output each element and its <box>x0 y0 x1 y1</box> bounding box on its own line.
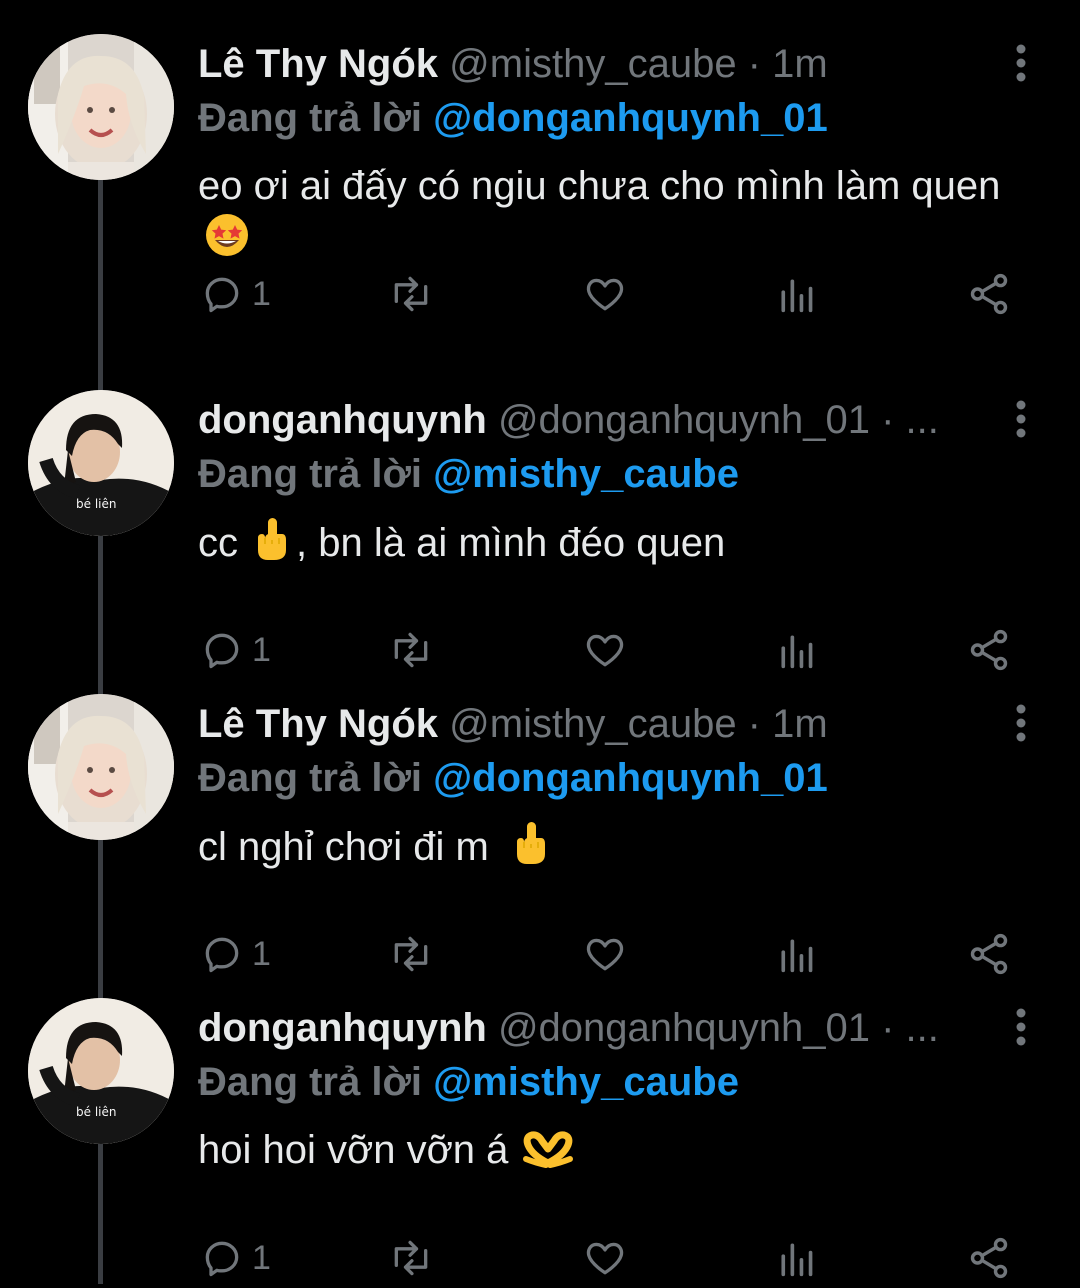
heart-icon <box>586 1242 624 1275</box>
replying-prefix: Đang trả lời <box>198 96 423 140</box>
replying-to: Đang trả lời @misthy_caube <box>198 448 739 500</box>
retweet-button[interactable] <box>386 1228 436 1288</box>
tweet-actions: 1 <box>0 1228 1080 1288</box>
retweet-button[interactable] <box>386 264 436 324</box>
reply-button[interactable]: 1 <box>200 1228 271 1288</box>
more-vertical-icon[interactable] <box>1000 42 1042 84</box>
reply-count: 1 <box>252 274 271 313</box>
like-button[interactable] <box>582 1228 628 1288</box>
replying-to-handle[interactable]: @donganhquynh_01 <box>433 96 828 140</box>
avatar[interactable] <box>28 694 174 840</box>
more-vertical-icon[interactable] <box>1000 1006 1042 1048</box>
replying-prefix: Đang trả lời <box>198 452 423 496</box>
heart-hands-emoji <box>522 1129 574 1182</box>
star-struck-emoji <box>204 212 250 271</box>
tweet[interactable]: Lê Thy Ngók @misthy_caube · 1m Đang trả … <box>0 660 1080 975</box>
handle-and-time[interactable]: @donganhquynh_01 · ... <box>498 398 939 442</box>
middle-finger-emoji <box>511 820 551 879</box>
display-name[interactable]: Lê Thy Ngók <box>198 42 438 86</box>
handle-and-time[interactable]: @misthy_caube · 1m <box>449 42 828 86</box>
avatar-shirt-text: bé liên <box>76 497 116 511</box>
avatar[interactable]: bé liên <box>28 998 174 1144</box>
reply-button[interactable]: 1 <box>200 264 271 324</box>
tweet-text-before: cc <box>198 521 238 565</box>
tweet-text-after: , bn là ai mình đéo quen <box>296 521 726 565</box>
more-vertical-icon[interactable] <box>1000 702 1042 744</box>
views-button[interactable] <box>776 1228 816 1288</box>
retweet-icon <box>394 1240 428 1276</box>
tweet-text-content: cl nghỉ chơi đi m <box>198 825 489 869</box>
views-button[interactable] <box>776 264 816 324</box>
tweet[interactable]: bé liên donganhquynh @donganhquynh_01 · … <box>0 964 1080 1279</box>
like-button[interactable] <box>582 264 628 324</box>
reply-icon <box>205 277 239 313</box>
replying-to: Đang trả lời @donganhquynh_01 <box>198 752 828 804</box>
tweet-text-content: hoi hoi vỡn vỡn á <box>198 1128 509 1172</box>
reply-icon <box>205 1241 239 1277</box>
share-icon <box>970 273 1008 315</box>
tweet-header: donganhquynh @donganhquynh_01 · ... <box>198 394 960 446</box>
display-name[interactable]: donganhquynh <box>198 1006 487 1050</box>
tweet-header: Lê Thy Ngók @misthy_caube · 1m <box>198 698 960 750</box>
replying-prefix: Đang trả lời <box>198 1060 423 1104</box>
avatar-shirt-text: bé liên <box>76 1105 116 1119</box>
replying-to-handle[interactable]: @misthy_caube <box>433 1060 739 1104</box>
share-icon <box>970 1237 1008 1279</box>
replying-prefix: Đang trả lời <box>198 756 423 800</box>
share-button[interactable] <box>966 264 1012 324</box>
avatar[interactable]: bé liên <box>28 390 174 536</box>
reply-count: 1 <box>252 1238 271 1277</box>
replying-to: Đang trả lời @misthy_caube <box>198 1056 739 1108</box>
handle-and-time[interactable]: @misthy_caube · 1m <box>449 702 828 746</box>
tweet[interactable]: Lê Thy Ngók @misthy_caube · 1m Đang trả … <box>0 0 1080 315</box>
views-icon <box>781 279 813 313</box>
views-icon <box>781 1243 813 1277</box>
replying-to: Đang trả lời @donganhquynh_01 <box>198 92 828 144</box>
tweet-text-content: eo ơi ai đấy có ngiu chưa cho mình làm q… <box>198 164 1001 208</box>
replying-to-handle[interactable]: @misthy_caube <box>433 452 739 496</box>
tweet-header: donganhquynh @donganhquynh_01 · ... <box>198 1002 960 1054</box>
tweet-text: cc , bn là ai mình đéo quen <box>198 516 1018 575</box>
replying-to-handle[interactable]: @donganhquynh_01 <box>433 756 828 800</box>
avatar[interactable] <box>28 34 174 180</box>
middle-finger-emoji <box>252 516 292 575</box>
tweet-text: cl nghỉ chơi đi m <box>198 820 1018 879</box>
share-button[interactable] <box>966 1228 1012 1288</box>
tweet[interactable]: bé liên donganhquynh @donganhquynh_01 · … <box>0 356 1080 671</box>
more-vertical-icon[interactable] <box>1000 398 1042 440</box>
tweet-header: Lê Thy Ngók @misthy_caube · 1m <box>198 38 960 90</box>
display-name[interactable]: donganhquynh <box>198 398 487 442</box>
heart-icon <box>586 278 624 311</box>
display-name[interactable]: Lê Thy Ngók <box>198 702 438 746</box>
tweet-actions: 1 <box>0 264 1080 324</box>
tweet-text: hoi hoi vỡn vỡn á <box>198 1124 1018 1182</box>
tweet-text: eo ơi ai đấy có ngiu chưa cho mình làm q… <box>198 160 1018 271</box>
retweet-icon <box>394 276 428 312</box>
handle-and-time[interactable]: @donganhquynh_01 · ... <box>498 1006 939 1050</box>
